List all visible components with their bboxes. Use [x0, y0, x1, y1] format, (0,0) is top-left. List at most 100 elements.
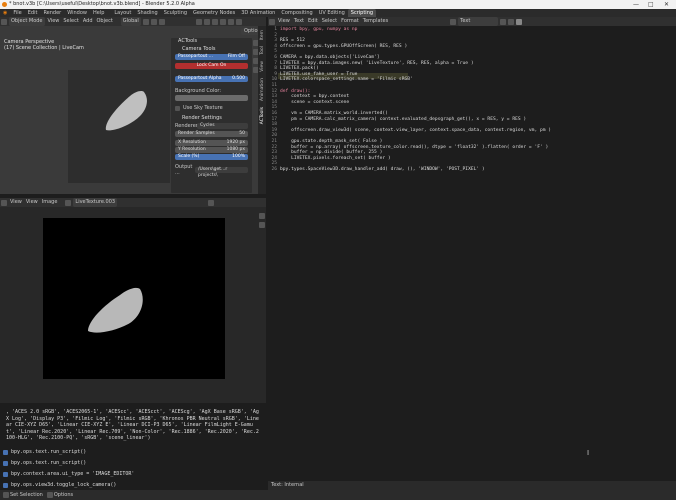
passepartout-alpha-slider[interactable]: Passepartout Alpha 0.500 [175, 76, 248, 82]
image-name-field[interactable]: LiveTexture.003 [73, 198, 118, 207]
text-menu-edit[interactable]: Edit [306, 17, 320, 26]
console-history-item[interactable]: bpy.context.area.ui_type = 'IMAGE_EDITOR… [11, 469, 134, 480]
console-output: , 'ACES 2.0 sRGB', 'ACES2065-1', 'ACEScc… [6, 409, 259, 441]
visibility-icon[interactable] [195, 18, 202, 25]
text-menu-templates[interactable]: Templates [361, 17, 390, 26]
text-menu-format[interactable]: Format [339, 17, 361, 26]
editor-type-icon[interactable] [1, 18, 7, 25]
shading-solid-icon[interactable] [227, 18, 234, 25]
side-tab-tool[interactable]: Tool [260, 46, 265, 55]
workspace-tab[interactable]: 3D Animation [238, 9, 279, 17]
passepartout-toggle[interactable]: Passepartout ... Film Off [175, 54, 248, 60]
side-tab-actools[interactable]: ACTools [260, 107, 265, 124]
viewport-menu-view[interactable]: View [46, 17, 62, 26]
menu-help[interactable]: Help [90, 9, 107, 17]
menu-edit[interactable]: Edit [25, 9, 41, 17]
code-line: scene = context.scene [280, 99, 350, 105]
mesh-object[interactable] [100, 86, 160, 136]
status-bar: Set Selection Options [0, 490, 676, 500]
workspace-tab[interactable]: Compositing [278, 9, 316, 17]
orientation-dropdown[interactable]: Global [120, 17, 141, 26]
text-menu-select[interactable]: Select [320, 17, 339, 26]
gizmo-icon[interactable] [203, 18, 210, 25]
image-menu-view2[interactable]: View [24, 198, 40, 207]
workspace-tab-active[interactable]: Scripting [347, 9, 377, 17]
texture-shape [88, 287, 143, 333]
workspace-tab[interactable]: Layout [111, 9, 135, 17]
zoom-icon[interactable] [259, 213, 265, 219]
output-path-field[interactable]: /Users\get...r projects\ [195, 167, 248, 178]
console-history-item[interactable]: bpy.ops.text.run_script() [11, 447, 86, 458]
viewport-menu-add[interactable]: Add [81, 17, 95, 26]
menu-window[interactable]: Window [64, 9, 90, 17]
side-tab-view[interactable]: View [260, 61, 265, 72]
code-line: LIVETEX.pixels.foreach_set( buffer ) [280, 155, 391, 161]
side-tab-animation[interactable]: Animation [260, 78, 265, 101]
menu-file[interactable]: File [10, 9, 24, 17]
image-menu-image[interactable]: Image [40, 198, 60, 207]
renderer-dropdown[interactable]: Cycles [197, 123, 248, 129]
sky-texture-checkbox[interactable] [175, 105, 180, 111]
sky-texture-label: Use Sky Texture [183, 105, 223, 111]
pin-icon[interactable] [208, 199, 215, 206]
text-browse-icon[interactable] [450, 18, 457, 25]
editor-type-icon[interactable] [269, 18, 275, 25]
x-resolution-field[interactable]: X Resolution 1920 px [175, 140, 248, 146]
viewport-menu-select[interactable]: Select [61, 17, 80, 26]
workspace-tab[interactable]: Geometry Nodes [190, 9, 239, 17]
workspace-tab[interactable]: Sculpting [160, 9, 191, 17]
background-color-swatch[interactable] [175, 95, 248, 101]
overlay-icon[interactable] [211, 18, 218, 25]
editor-type-icon[interactable] [1, 199, 7, 206]
xray-icon[interactable] [219, 18, 226, 25]
camera-tools-title: Camera Tools [182, 46, 216, 52]
mode-dropdown[interactable]: Object Mode [9, 17, 45, 26]
code-editor[interactable]: 1 import bpy, gpu, numpy as np 2 3 RES = 512… [268, 26, 676, 481]
viewport-menu-object[interactable]: Object [95, 17, 115, 26]
side-tab-item[interactable]: Item [260, 30, 265, 40]
render-samples-field[interactable]: Render Samples 50 [175, 131, 248, 137]
unlink-text-icon[interactable] [508, 18, 515, 25]
top-menubar: ◉ File Edit Render Window Help Layout Sh… [0, 9, 676, 17]
python-console[interactable]: , 'ACES 2.0 sRGB', 'ACES2065-1', 'ACEScc… [0, 403, 266, 490]
scale-field[interactable]: Scale (%) 100% [175, 154, 248, 160]
snap-icon[interactable] [150, 18, 157, 25]
text-name-field[interactable]: Text [458, 17, 499, 26]
image-editor-header: View View Image LiveTexture.003 [0, 198, 266, 207]
y-resolution-field[interactable]: Y Resolution 1080 px [175, 147, 248, 153]
output-label: Output ... [175, 164, 193, 176]
new-text-icon[interactable] [500, 18, 507, 25]
window-titlebar: * bnot.v3b [C:\Users\useful\Desktop\bnot… [0, 0, 676, 9]
menu-render[interactable]: Render [40, 9, 64, 17]
code-line: offscreen.draw_view3d( scene, context.vi… [280, 127, 552, 133]
shading-material-icon[interactable] [235, 18, 242, 25]
proportional-icon[interactable] [158, 18, 165, 25]
sidebar-tabs: Item Tool View Animation ACTools [258, 26, 266, 194]
actools-title: ACTools [178, 38, 198, 44]
close-icon[interactable]: ✕ [664, 0, 669, 9]
status-hint-select: Set Selection [10, 492, 43, 498]
text-editor-footer: Text: Internal [268, 481, 676, 490]
maximize-icon[interactable]: □ [648, 0, 654, 9]
renderer-label: Renderer: [175, 123, 200, 129]
mouse-left-icon [3, 492, 9, 498]
code-line: bpy.types.SpaceView3D.draw_handler_add( … [280, 167, 485, 172]
image-browse-icon[interactable] [65, 199, 72, 206]
text-menu-text[interactable]: Text [292, 17, 306, 26]
console-history-item[interactable]: bpy.ops.text.run_script() [11, 458, 86, 469]
text-menu-view[interactable]: View [276, 17, 292, 26]
pivot-icon[interactable] [142, 18, 149, 25]
history-icon [3, 461, 8, 466]
workspace-tab[interactable]: Shading [134, 9, 161, 17]
window-title: * bnot.v3b [C:\Users\useful\Desktop\bnot… [9, 1, 195, 7]
pan-icon[interactable] [259, 222, 265, 228]
minimize-icon[interactable]: — [633, 0, 639, 9]
line-number: 26 [271, 167, 277, 172]
image-menu-view[interactable]: View [8, 198, 24, 207]
run-script-icon[interactable] [516, 18, 523, 25]
mouse-right-icon [46, 492, 53, 498]
image-editor[interactable] [0, 207, 266, 403]
workspace-tab[interactable]: UV Editing [315, 9, 348, 17]
lock-cam-button[interactable]: Lock Cam On [175, 63, 248, 69]
blender-menu-icon[interactable]: ◉ [0, 9, 10, 17]
